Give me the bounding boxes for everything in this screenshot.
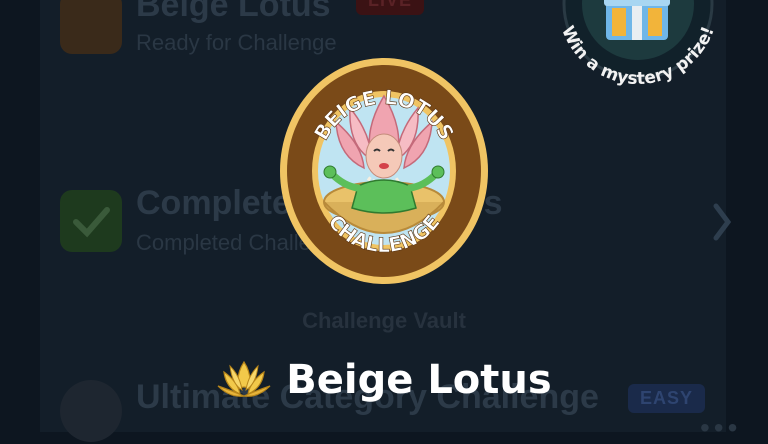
title-label: Beige Lotus	[286, 357, 552, 403]
chevron-right-icon[interactable]	[710, 198, 734, 251]
gift-box-icon	[602, 0, 672, 44]
thumbnail	[60, 0, 122, 54]
live-badge: LIVE	[356, 0, 425, 15]
more-icon[interactable]: •••	[700, 412, 741, 444]
check-icon	[60, 190, 122, 252]
section-header: Challenge Vault	[302, 308, 466, 333]
list-item-title: Beige Lotus	[136, 0, 331, 24]
list-item-subtitle: Ready for Challenge	[136, 30, 337, 55]
challenge-title: Beige Lotus	[0, 352, 768, 408]
mystery-prize-badge[interactable]: Win a mystery prize!	[548, 0, 728, 114]
challenge-emblem: BEIGE LOTUS CHALLENGE	[278, 56, 490, 286]
lotus-icon	[216, 356, 272, 404]
